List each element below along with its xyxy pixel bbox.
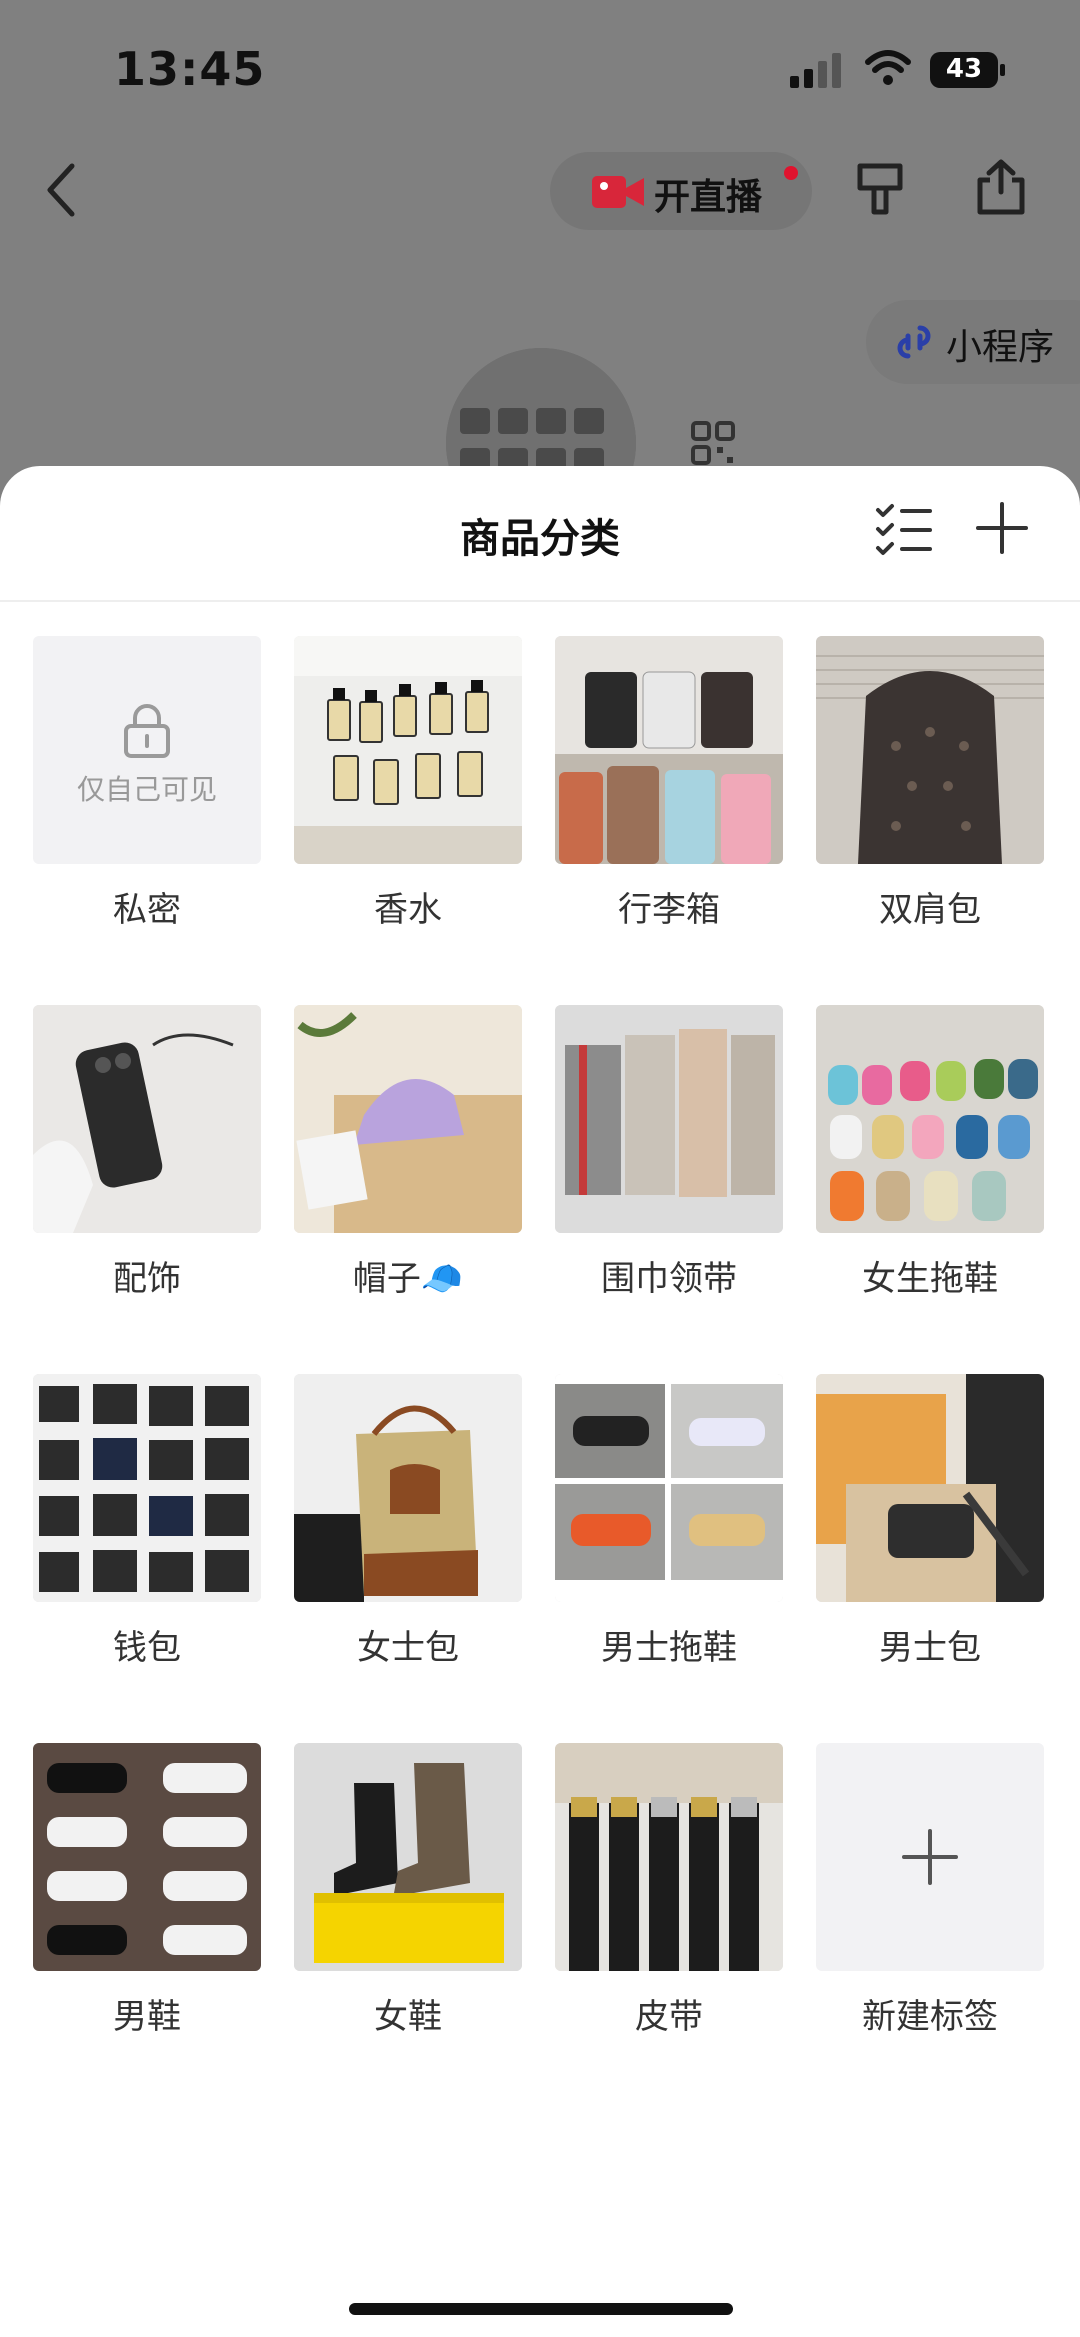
- category-wallets[interactable]: 钱包: [33, 1374, 261, 1669]
- category-label: 男士拖鞋: [601, 1628, 737, 1668]
- new-tag-button[interactable]: 新建标签: [816, 1743, 1044, 2038]
- category-womens-slippers[interactable]: 女生拖鞋: [816, 1005, 1044, 1300]
- category-mens-shoes[interactable]: 男鞋: [33, 1743, 261, 2038]
- go-live-label: 开直播: [654, 177, 763, 218]
- category-label: 双肩包: [879, 890, 981, 930]
- category-label: 行李箱: [618, 890, 720, 930]
- category-womens-bags[interactable]: 女士包: [294, 1374, 522, 1669]
- category-belts[interactable]: 皮带: [555, 1743, 783, 2038]
- live-notification-dot: [784, 166, 798, 180]
- mens-bags-thumbnail: [816, 1374, 1044, 1602]
- category-label: 帽子🧢: [352, 1259, 464, 1299]
- share-icon[interactable]: [974, 158, 1028, 216]
- category-label: 新建标签: [862, 1997, 998, 2037]
- category-label: 私密: [113, 890, 181, 930]
- category-scarves-ties[interactable]: 围巾领带: [555, 1005, 783, 1300]
- plus-icon: [902, 1829, 958, 1885]
- luggage-thumbnail: [555, 636, 783, 864]
- category-backpack[interactable]: 双肩包: [816, 636, 1044, 931]
- status-bar: 13:45 43: [0, 0, 1080, 140]
- category-label: 女生拖鞋: [862, 1259, 998, 1299]
- sheet-divider: [0, 600, 1080, 602]
- category-label: 香水: [374, 890, 442, 930]
- mini-program-button[interactable]: 小程序: [866, 300, 1080, 384]
- category-luggage[interactable]: 行李箱: [555, 636, 783, 931]
- womens-slippers-thumbnail: [816, 1005, 1044, 1233]
- cellular-signal-icon: [790, 53, 841, 88]
- category-womens-shoes[interactable]: 女鞋: [294, 1743, 522, 2038]
- mens-shoes-thumbnail: [33, 1743, 261, 1971]
- category-label: 男士包: [879, 1628, 981, 1668]
- mini-program-label: 小程序: [946, 327, 1055, 368]
- category-perfume[interactable]: 香水: [294, 636, 522, 931]
- mens-slippers-thumbnail: [555, 1374, 783, 1602]
- scarves-thumbnail: [555, 1005, 783, 1233]
- category-label: 钱包: [113, 1628, 181, 1668]
- womens-bags-thumbnail: [294, 1374, 522, 1602]
- category-label: 女士包: [357, 1628, 459, 1668]
- category-sheet: 商品分类 仅自己可见 私密 香水 行李箱 双肩包 配饰 帽子🧢 围巾领带 女生拖…: [0, 466, 1080, 2337]
- add-category-icon[interactable]: [976, 502, 1028, 554]
- belts-thumbnail: [555, 1743, 783, 1971]
- private-placeholder: 仅自己可见: [33, 636, 261, 864]
- perfume-thumbnail: [294, 636, 522, 864]
- backpack-thumbnail: [816, 636, 1044, 864]
- category-label: 围巾领带: [601, 1259, 737, 1299]
- category-private[interactable]: 仅自己可见 私密: [33, 636, 261, 931]
- category-label: 配饰: [113, 1259, 181, 1299]
- go-live-button[interactable]: 开直播: [550, 152, 812, 230]
- new-tag-placeholder: [816, 1743, 1044, 1971]
- accessories-thumbnail: [33, 1005, 261, 1233]
- lock-icon: [124, 704, 170, 758]
- wifi-icon: [865, 50, 911, 85]
- store-icon[interactable]: [854, 162, 906, 218]
- category-label: 皮带: [635, 1997, 703, 2037]
- category-label: 女鞋: [374, 1997, 442, 2037]
- category-mens-slippers[interactable]: 男士拖鞋: [555, 1374, 783, 1669]
- hats-thumbnail: [294, 1005, 522, 1233]
- womens-shoes-thumbnail: [294, 1743, 522, 1971]
- category-label: 男鞋: [113, 1997, 181, 2037]
- home-indicator[interactable]: [349, 2303, 733, 2315]
- battery-level: 43: [945, 54, 983, 84]
- category-hats[interactable]: 帽子🧢: [294, 1005, 522, 1300]
- wallets-thumbnail: [33, 1374, 261, 1602]
- private-hint: 仅自己可见: [76, 773, 217, 806]
- mini-program-icon: [897, 325, 931, 359]
- qr-code-icon[interactable]: [690, 420, 736, 466]
- category-mens-bags[interactable]: 男士包: [816, 1374, 1044, 1669]
- back-arrow-icon[interactable]: [42, 160, 82, 220]
- manage-list-icon[interactable]: [874, 502, 934, 558]
- category-accessories[interactable]: 配饰: [33, 1005, 261, 1300]
- status-time: 13:45: [114, 42, 266, 96]
- battery-icon: 43: [930, 52, 1006, 88]
- video-camera-icon: [592, 176, 644, 208]
